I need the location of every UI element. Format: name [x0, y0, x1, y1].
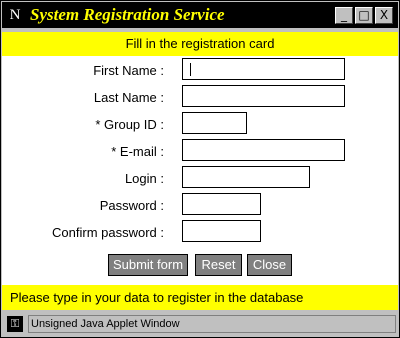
email-label: * E-mail :: [111, 144, 164, 159]
footer-banner: Please type in your data to register in …: [2, 285, 398, 310]
confirm-password-label: Confirm password :: [52, 225, 164, 240]
status-text: Unsigned Java Applet Window: [28, 315, 396, 333]
password-label: Password :: [99, 198, 164, 213]
window-title: System Registration Service: [30, 5, 225, 24]
netscape-logo-icon[interactable]: N: [6, 6, 24, 24]
login-input[interactable]: [182, 166, 310, 188]
login-label: Login :: [124, 171, 164, 186]
minimize-button[interactable]: _: [335, 7, 353, 24]
email-input[interactable]: [182, 139, 345, 161]
first-name-input[interactable]: [182, 58, 345, 80]
group-id-input[interactable]: [182, 112, 247, 134]
confirm-password-input[interactable]: [182, 220, 261, 242]
registration-form: First Name : Last Name : * Group ID : * …: [2, 56, 398, 285]
first-name-label: First Name :: [93, 63, 164, 78]
unlocked-key-icon: ⚿: [7, 316, 23, 332]
header-banner: Fill in the registration card: [2, 32, 398, 56]
last-name-input[interactable]: [182, 85, 345, 107]
close-button[interactable]: Close: [247, 254, 292, 276]
reset-button[interactable]: Reset: [195, 254, 242, 276]
last-name-label: Last Name :: [93, 90, 164, 105]
status-bar: ⚿ Unsigned Java Applet Window: [2, 312, 398, 336]
text-cursor: [190, 63, 191, 76]
title-bar[interactable]: N System Registration Service _ □ X: [2, 2, 398, 28]
group-id-label: * Group ID :: [95, 117, 164, 132]
submit-form-button[interactable]: Submit form: [108, 254, 188, 276]
applet-window: N System Registration Service _ □ X Fill…: [0, 0, 400, 338]
maximize-button[interactable]: □: [355, 7, 373, 24]
password-input[interactable]: [182, 193, 261, 215]
close-window-button[interactable]: X: [375, 7, 393, 24]
